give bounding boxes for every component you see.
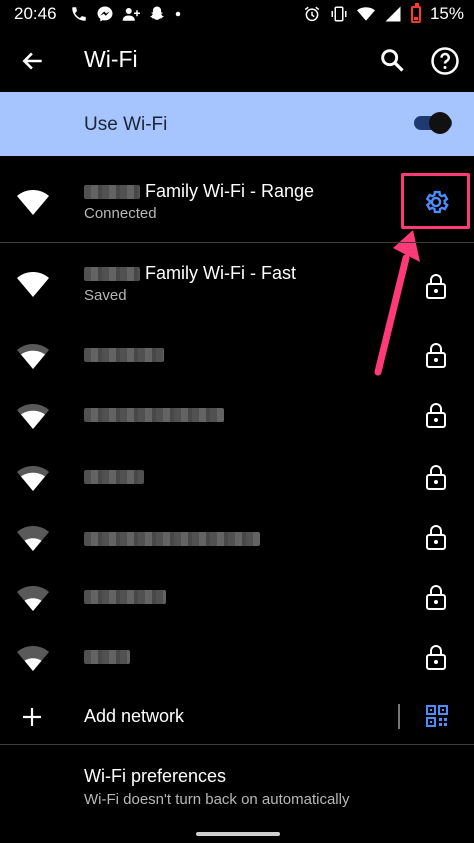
use-wifi-row[interactable]: Use Wi-Fi [0, 92, 474, 156]
person-add-icon [122, 8, 140, 21]
battery-icon [410, 2, 421, 23]
network-name: Family Wi-Fi - Fast [84, 263, 296, 284]
phone-call-icon [72, 7, 86, 21]
wifi-signal-2-icon [17, 526, 49, 551]
wifi-preferences-subtitle: Wi-Fi doesn't turn back on automatically [84, 791, 350, 808]
network-row[interactable] [0, 506, 474, 566]
divider [0, 242, 474, 243]
notification-icons [70, 5, 182, 23]
gear-icon [425, 190, 449, 214]
status-time: 20:46 [14, 4, 57, 23]
wifi-signal-2-icon [17, 646, 49, 671]
signal-icon [385, 6, 401, 22]
wifi-signal-2-icon [17, 586, 49, 611]
wifi-preferences-title: Wi-Fi preferences [84, 766, 227, 786]
arrow-left-icon[interactable] [18, 48, 48, 74]
messenger-icon [97, 6, 113, 22]
wifi-status-icon [356, 7, 375, 21]
lock-icon [426, 465, 446, 490]
search-icon[interactable] [378, 46, 406, 74]
lock-icon [426, 645, 446, 670]
lock-icon [426, 585, 446, 610]
network-row[interactable] [0, 566, 474, 626]
page-title: Wi-Fi [84, 46, 138, 72]
redacted-network-name [84, 348, 164, 362]
vibrate-icon [331, 6, 347, 22]
network-row-saved[interactable]: Family Wi-Fi - Fast Saved [0, 252, 474, 324]
redacted-network-name [84, 650, 130, 664]
battery-percent: 15% [429, 4, 464, 23]
redacted-network-name [84, 408, 224, 422]
redacted-text [84, 267, 140, 282]
redacted-network-name [84, 470, 144, 484]
network-status: Connected [84, 205, 157, 222]
network-row[interactable] [0, 324, 474, 384]
wifi-signal-3-icon [17, 404, 49, 429]
app-bar: Wi-Fi [0, 30, 474, 92]
lock-icon [426, 343, 446, 368]
network-row[interactable] [0, 446, 474, 506]
redacted-text [84, 185, 140, 200]
redacted-network-name [84, 532, 260, 546]
system-icons: 15% [303, 2, 464, 24]
wifi-signal-full-icon [17, 272, 49, 297]
redacted-network-name [84, 590, 166, 604]
gesture-nav-handle[interactable] [196, 832, 280, 836]
use-wifi-label: Use Wi-Fi [84, 114, 168, 135]
network-status: Saved [84, 287, 127, 304]
wifi-signal-3-icon [17, 466, 49, 491]
network-settings-button[interactable] [401, 173, 470, 229]
lock-icon [426, 274, 446, 299]
lock-icon [426, 525, 446, 550]
wifi-signal-3-icon [17, 344, 49, 369]
network-row[interactable] [0, 384, 474, 444]
status-bar: 20:46 15% [0, 0, 474, 30]
qr-code-scanner-icon[interactable] [425, 704, 449, 728]
plus-icon [23, 708, 41, 726]
wifi-preferences-row[interactable] [0, 750, 474, 822]
network-row[interactable] [0, 626, 474, 686]
add-network-label[interactable]: Add network [84, 706, 184, 727]
dot-icon [175, 11, 181, 17]
vertical-divider [398, 704, 400, 729]
snapchat-icon [150, 6, 164, 20]
toggle-thumb [429, 112, 451, 134]
alarm-icon [304, 6, 320, 22]
add-network-row[interactable] [0, 686, 474, 744]
help-circle-icon[interactable] [430, 46, 460, 76]
divider [0, 744, 474, 745]
network-name: Family Wi-Fi - Range [84, 181, 314, 202]
lock-icon [426, 403, 446, 428]
wifi-signal-full-icon [17, 190, 49, 215]
